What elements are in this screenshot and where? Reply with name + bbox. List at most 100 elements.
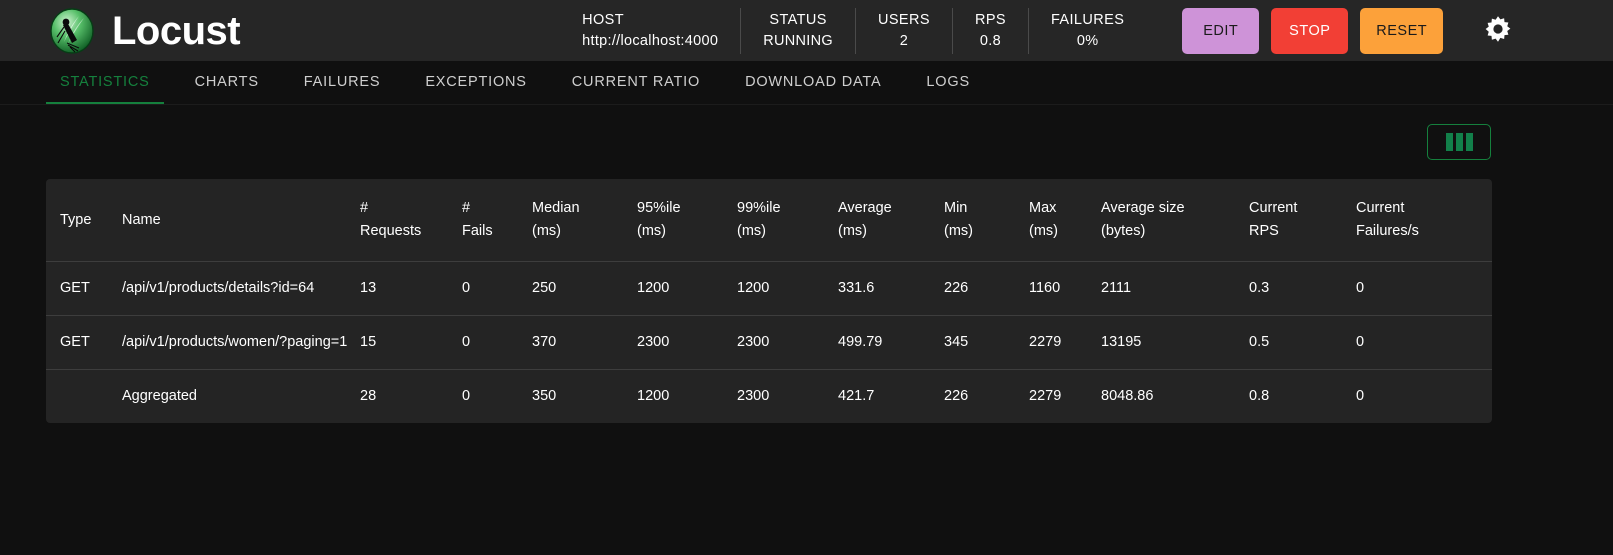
cell-median: 250 (532, 261, 637, 317)
col-header-min-l1: Min (944, 200, 968, 216)
cell-type: GET (46, 315, 122, 371)
col-header-average-size[interactable]: Average size (bytes) (1101, 179, 1249, 263)
stat-rps: RPS 0.8 (953, 7, 1029, 54)
header-stats: HOST http://localhost:4000 STATUS RUNNIN… (560, 7, 1146, 54)
cell-max: 1160 (1029, 261, 1101, 317)
stat-status-value: RUNNING (763, 33, 833, 49)
col-header-min[interactable]: Min (ms) (944, 179, 1029, 263)
col-header-fails-l2: Fails (462, 223, 493, 240)
col-header-p95[interactable]: 95%ile (ms) (637, 179, 737, 263)
col-header-median[interactable]: Median (ms) (532, 179, 637, 263)
col-header-requests-l1: # (360, 200, 369, 216)
statistics-table: Type Name # Requests # Fails Median (ms) (46, 179, 1492, 424)
cell-average-size: 2111 (1101, 261, 1249, 317)
column-select-icon (1445, 133, 1473, 151)
main-content: Type Name # Requests # Fails Median (ms) (0, 105, 1613, 424)
cell-p99: 2300 (737, 315, 838, 371)
cell-type (46, 370, 122, 424)
column-select-button[interactable] (1427, 124, 1491, 160)
edit-button[interactable]: EDIT (1182, 7, 1260, 54)
col-header-p99[interactable]: 99%ile (ms) (737, 179, 838, 263)
cell-average: 499.79 (838, 315, 944, 371)
cell-min: 226 (944, 388, 969, 405)
col-header-p99-l1: 99%ile (737, 200, 781, 216)
brand: Locust (46, 5, 241, 57)
table-row[interactable]: Aggregated 28 0 350 1200 2300 421.7 226 … (46, 370, 1492, 424)
col-header-average-size-l2: (bytes) (1101, 223, 1146, 240)
cell-current-rps: 0.5 (1249, 315, 1356, 371)
col-header-average[interactable]: Average (ms) (838, 179, 944, 263)
col-header-current-rps-l1: Current (1249, 200, 1298, 216)
cell-current-failures: 0 (1356, 315, 1492, 371)
column-bar (1455, 133, 1463, 151)
col-header-current-failures-l2: Failures/s (1356, 223, 1419, 240)
cell-type: GET (46, 261, 122, 317)
cell-max: 2279 (1029, 315, 1101, 371)
col-header-name-l1: Name (122, 211, 161, 228)
cell-name: Aggregated (122, 388, 197, 405)
col-header-median-l2: (ms) (532, 223, 561, 240)
cell-min: 345 (944, 315, 1029, 371)
cell-max: 2279 (1029, 388, 1062, 405)
table-row[interactable]: GET /api/v1/products/details?id=64 13 0 … (46, 261, 1492, 317)
stat-host-value: http://localhost:4000 (582, 33, 719, 49)
cell-requests: 28 (360, 388, 377, 405)
col-header-max-l2: (ms) (1029, 223, 1058, 240)
table-row[interactable]: GET /api/v1/products/women/?paging=1 15 … (46, 315, 1492, 371)
col-header-max[interactable]: Max (ms) (1029, 179, 1101, 263)
stat-rps-label: RPS (974, 12, 1006, 28)
cell-name: /api/v1/products/women/?paging=1 (122, 315, 360, 371)
stat-host: HOST http://localhost:4000 (560, 7, 742, 54)
cell-average: 331.6 (838, 261, 944, 317)
col-header-current-rps-l2: RPS (1249, 223, 1279, 240)
tab-current-ratio[interactable]: CURRENT RATIO (558, 61, 714, 104)
col-header-current-rps[interactable]: Current RPS (1249, 179, 1356, 263)
cell-fails: 0 (462, 315, 532, 371)
col-header-current-failures[interactable]: Current Failures/s (1356, 179, 1492, 263)
cell-p99: 1200 (737, 261, 838, 317)
cell-median: 350 (532, 388, 557, 405)
stop-button[interactable]: STOP (1271, 7, 1349, 54)
reset-button[interactable]: RESET (1360, 7, 1444, 54)
cell-current-failures: 0 (1356, 261, 1492, 317)
stat-status: STATUS RUNNING (741, 7, 856, 54)
cell-p95: 1200 (637, 261, 737, 317)
stat-host-label: HOST (582, 12, 625, 28)
tab-exceptions[interactable]: EXCEPTIONS (411, 61, 540, 104)
tab-charts[interactable]: CHARTS (181, 61, 273, 104)
cell-p95: 2300 (637, 315, 737, 371)
col-header-fails-l1: # (462, 200, 471, 216)
col-header-average-size-l1: Average size (1101, 200, 1185, 216)
tab-logs[interactable]: LOGS (912, 61, 984, 104)
col-header-p95-l1: 95%ile (637, 200, 681, 216)
tab-download-data[interactable]: DOWNLOAD DATA (731, 61, 895, 104)
cell-p99: 2300 (737, 388, 770, 405)
tab-failures[interactable]: FAILURES (290, 61, 395, 104)
col-header-average-l1: Average (838, 200, 892, 216)
cell-p95: 1200 (637, 388, 670, 405)
cell-current-rps: 0.8 (1249, 388, 1270, 405)
locust-logo-icon (46, 5, 98, 57)
table-header-row: Type Name # Requests # Fails Median (ms) (46, 179, 1492, 263)
col-header-fails[interactable]: # Fails (462, 179, 532, 263)
column-bar (1445, 133, 1453, 151)
col-header-type[interactable]: Type (46, 179, 122, 263)
col-header-requests[interactable]: # Requests (360, 179, 462, 263)
stat-users: USERS 2 (856, 7, 953, 54)
cell-current-rps: 0.3 (1249, 261, 1356, 317)
table-toolbar (46, 105, 1491, 179)
cell-requests: 15 (360, 315, 462, 371)
tab-statistics[interactable]: STATISTICS (46, 61, 164, 104)
cell-median: 370 (532, 315, 637, 371)
stat-users-value: 2 (899, 33, 909, 49)
col-header-average-l2: (ms) (838, 223, 867, 240)
col-header-p99-l2: (ms) (737, 223, 766, 240)
settings-button[interactable] (1481, 14, 1515, 48)
brand-name: Locust (112, 8, 241, 53)
col-header-requests-l2: Requests (360, 223, 422, 240)
cell-current-failures: 0 (1356, 388, 1365, 405)
col-header-min-l2: (ms) (944, 223, 973, 240)
col-header-max-l1: Max (1029, 200, 1057, 216)
stat-failures-label: FAILURES (1050, 12, 1125, 28)
col-header-name[interactable]: Name (122, 179, 360, 263)
